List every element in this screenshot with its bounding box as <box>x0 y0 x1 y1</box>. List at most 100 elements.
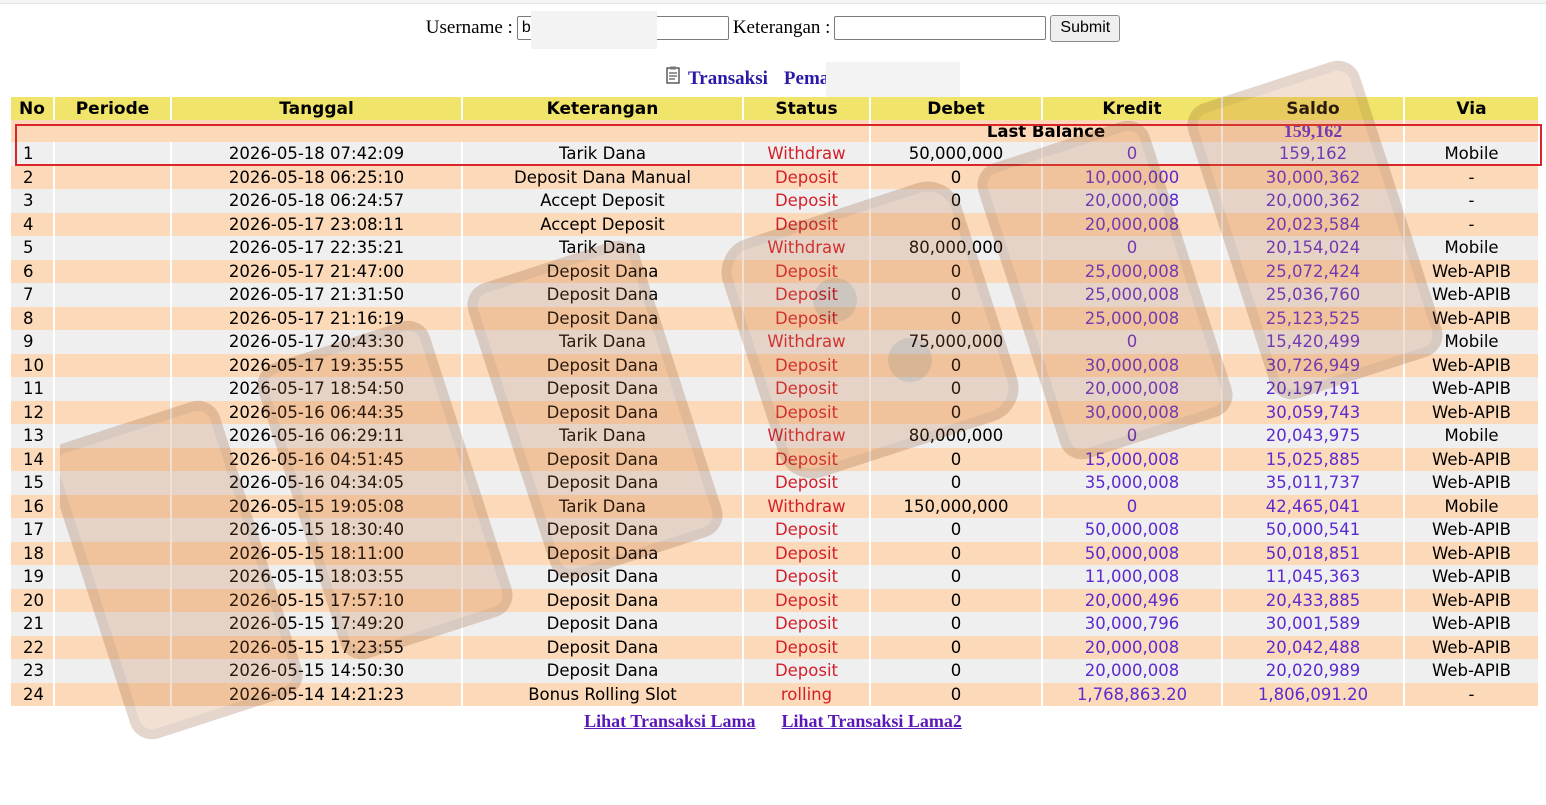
cell-kredit: 20,000,008 <box>1043 635 1221 659</box>
cell-tanggal: 2026-05-17 21:16:19 <box>172 306 461 330</box>
table-row: 9 2026-05-17 20:43:30 Tarik Dana Withdraw 75… <box>11 330 1538 354</box>
last-balance-row: Last Balance 159,162 <box>11 120 1538 142</box>
cell-saldo: 50,000,541 <box>1223 518 1403 542</box>
cell-periode <box>55 189 170 213</box>
table-row: 2 2026-05-18 06:25:10 Deposit Dana Manual D… <box>11 165 1538 189</box>
cell-periode <box>55 377 170 401</box>
cell-saldo: 15,420,499 <box>1223 330 1403 354</box>
search-form: Username : Keterangan : Submit <box>0 14 1546 42</box>
cell-kredit: 30,000,008 <box>1043 400 1221 424</box>
transaction-table: No Periode Tanggal Keterangan Status Deb… <box>9 97 1540 706</box>
cell-no: 4 <box>11 212 53 236</box>
cell-status: Deposit <box>744 353 869 377</box>
cell-keterangan: Accept Deposit <box>463 189 742 213</box>
cell-via: Web-APIB <box>1405 259 1538 283</box>
cell-keterangan: Tarik Dana <box>463 330 742 354</box>
cell-saldo: 20,154,024 <box>1223 236 1403 260</box>
cell-no: 3 <box>11 189 53 213</box>
cell-kredit: 20,000,008 <box>1043 189 1221 213</box>
cell-kredit: 35,000,008 <box>1043 471 1221 495</box>
table-row: 4 2026-05-17 23:08:11 Accept Deposit Deposi… <box>11 212 1538 236</box>
username-redaction <box>531 11 657 49</box>
cell-no: 17 <box>11 518 53 542</box>
cell-saldo: 20,000,362 <box>1223 189 1403 213</box>
cell-debet: 0 <box>871 447 1041 471</box>
cell-periode <box>55 635 170 659</box>
table-row: 21 2026-05-15 17:49:20 Deposit Dana Deposit… <box>11 612 1538 636</box>
cell-via: Mobile <box>1405 494 1538 518</box>
table-row: 1 2026-05-18 07:42:09 Tarik Dana Withdraw 50… <box>11 142 1538 166</box>
cell-status: Deposit <box>744 659 869 683</box>
cell-tanggal: 2026-05-15 17:57:10 <box>172 588 461 612</box>
cell-via: Web-APIB <box>1405 635 1538 659</box>
cell-periode <box>55 494 170 518</box>
cell-saldo: 20,042,488 <box>1223 635 1403 659</box>
cell-tanggal: 2026-05-17 23:08:11 <box>172 212 461 236</box>
table-row: 20 2026-05-15 17:57:10 Deposit Dana Deposit… <box>11 588 1538 612</box>
submit-button[interactable]: Submit <box>1050 14 1121 42</box>
cell-periode <box>55 541 170 565</box>
cell-tanggal: 2026-05-17 22:35:21 <box>172 236 461 260</box>
cell-periode <box>55 682 170 706</box>
cell-saldo: 30,059,743 <box>1223 400 1403 424</box>
cell-status: rolling <box>744 682 869 706</box>
cell-kredit: 11,000,008 <box>1043 565 1221 589</box>
cell-tanggal: 2026-05-18 06:24:57 <box>172 189 461 213</box>
cell-debet: 0 <box>871 541 1041 565</box>
cell-periode <box>55 447 170 471</box>
cell-periode <box>55 212 170 236</box>
cell-kredit: 30,000,796 <box>1043 612 1221 636</box>
cell-saldo: 30,000,362 <box>1223 165 1403 189</box>
cell-kredit: 30,000,008 <box>1043 353 1221 377</box>
cell-tanggal: 2026-05-15 18:11:00 <box>172 541 461 565</box>
cell-debet: 0 <box>871 588 1041 612</box>
cell-no: 19 <box>11 565 53 589</box>
cell-kredit: 25,000,008 <box>1043 259 1221 283</box>
cell-no: 14 <box>11 447 53 471</box>
lihat-transaksi-lama2-link[interactable]: Lihat Transaksi Lama2 <box>782 711 962 732</box>
cell-via: Web-APIB <box>1405 400 1538 424</box>
cell-status: Deposit <box>744 635 869 659</box>
cell-tanggal: 2026-05-16 06:29:11 <box>172 424 461 448</box>
cell-debet: 80,000,000 <box>871 424 1041 448</box>
cell-periode <box>55 306 170 330</box>
cell-no: 5 <box>11 236 53 260</box>
cell-periode <box>55 165 170 189</box>
table-row: 12 2026-05-16 06:44:35 Deposit Dana Deposit… <box>11 400 1538 424</box>
table-row: 16 2026-05-15 19:05:08 Tarik Dana Withdraw 1… <box>11 494 1538 518</box>
keterangan-input[interactable] <box>834 16 1047 40</box>
cell-keterangan: Deposit Dana <box>463 471 742 495</box>
cell-debet: 0 <box>871 400 1041 424</box>
cell-keterangan: Deposit Dana <box>463 259 742 283</box>
cell-kredit: 20,000,008 <box>1043 212 1221 236</box>
cell-saldo: 50,018,851 <box>1223 541 1403 565</box>
cell-debet: 80,000,000 <box>871 236 1041 260</box>
header-keterangan: Keterangan <box>463 97 742 120</box>
cell-debet: 75,000,000 <box>871 330 1041 354</box>
cell-tanggal: 2026-05-16 04:51:45 <box>172 447 461 471</box>
cell-kredit: 15,000,008 <box>1043 447 1221 471</box>
cell-no: 23 <box>11 659 53 683</box>
cell-status: Withdraw <box>744 236 869 260</box>
cell-debet: 0 <box>871 682 1041 706</box>
cell-kredit: 0 <box>1043 142 1221 166</box>
keterangan-label: Keterangan : <box>732 17 831 38</box>
header-kredit: Kredit <box>1043 97 1221 120</box>
header-status: Status <box>744 97 869 120</box>
cell-saldo: 20,197,191 <box>1223 377 1403 401</box>
cell-status: Deposit <box>744 588 869 612</box>
cell-via: Web-APIB <box>1405 447 1538 471</box>
cell-status: Deposit <box>744 377 869 401</box>
cell-saldo: 159,162 <box>1223 142 1403 166</box>
cell-debet: 0 <box>871 471 1041 495</box>
cell-status: Withdraw <box>744 424 869 448</box>
cell-debet: 0 <box>871 612 1041 636</box>
cell-via: Mobile <box>1405 236 1538 260</box>
cell-keterangan: Deposit Dana <box>463 541 742 565</box>
cell-via: Web-APIB <box>1405 565 1538 589</box>
cell-periode <box>55 471 170 495</box>
cell-via: Web-APIB <box>1405 283 1538 307</box>
cell-via: - <box>1405 189 1538 213</box>
cell-tanggal: 2026-05-17 18:54:50 <box>172 377 461 401</box>
lihat-transaksi-lama-link[interactable]: Lihat Transaksi Lama <box>584 711 755 732</box>
